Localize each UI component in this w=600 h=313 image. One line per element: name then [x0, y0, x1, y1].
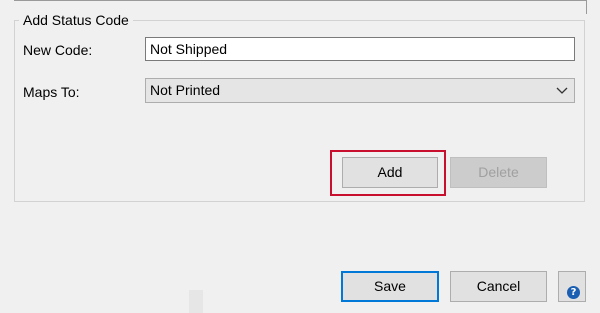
- help-button[interactable]: ?: [558, 271, 586, 302]
- add-button[interactable]: Add: [342, 157, 438, 188]
- maps-to-select[interactable]: Not Printed: [145, 78, 575, 103]
- delete-button[interactable]: Delete: [450, 157, 547, 188]
- cancel-button[interactable]: Cancel: [450, 271, 547, 302]
- top-divider: [14, 0, 587, 1]
- new-code-label: New Code:: [23, 42, 93, 58]
- new-code-input[interactable]: Not Shipped: [145, 37, 575, 61]
- background-mark: [189, 290, 203, 313]
- chevron-down-icon: [556, 87, 568, 94]
- top-divider-edge: [586, 0, 587, 14]
- maps-to-value: Not Printed: [150, 82, 221, 98]
- help-icon: ?: [567, 286, 580, 299]
- maps-to-label: Maps To:: [23, 84, 80, 100]
- group-title: Add Status Code: [19, 11, 133, 29]
- save-button[interactable]: Save: [341, 271, 439, 302]
